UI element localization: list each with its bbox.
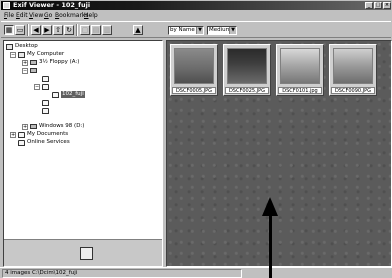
menu-edit[interactable]: Edit [16, 11, 28, 20]
thumbnail-image [174, 48, 214, 84]
annotation-arrow-line [269, 214, 272, 278]
thumbnail-item[interactable]: DSCF0005.JPG [170, 44, 218, 96]
menu-help[interactable]: Help [84, 11, 98, 20]
tree-item-folder[interactable] [42, 75, 51, 82]
thumbnail-item[interactable]: DSCF0025.JPG [223, 44, 271, 96]
folder-icon [42, 75, 49, 82]
tree-item-label: 102_fuji [61, 91, 85, 98]
maximize-button[interactable]: □ [374, 2, 382, 9]
thumbnail-item[interactable]: DSCF0090.JPG [329, 44, 377, 96]
forward-icon[interactable]: ▶ [42, 25, 52, 35]
status-bar: 4 images C:\Dcim\102_fuji [0, 267, 392, 278]
desktop-icon [6, 43, 13, 50]
tree-item-label: Windows 98 (D:) [39, 123, 85, 129]
title-bar[interactable]: Exif Viewer - 102_fuji _ □ × [1, 1, 391, 10]
folder-tree: Desktop − My Computer + 3½ Floppy (A:) − [4, 41, 162, 239]
collapse-icon[interactable]: − [10, 51, 16, 58]
detail-view-icon[interactable]: ▭ [15, 25, 25, 35]
thumbnail-image [280, 48, 320, 84]
close-button[interactable]: × [383, 2, 391, 9]
exif-viewer-window: Exif Viewer - 102_fuji _ □ × File Edit V… [0, 0, 392, 278]
collapse-icon[interactable]: − [22, 67, 28, 74]
folder-tree-pane: Desktop − My Computer + 3½ Floppy (A:) − [3, 40, 163, 267]
slideshow-icon[interactable]: ▲ [133, 25, 143, 35]
toolbar: ▦ ▭ ◀ ▶ ⇧ ↻ ▢ ▤ ▥ ▲ by Name ▼ Medium ▼ [1, 21, 391, 38]
menu-bar: File Edit View Go Bookmarks Help [1, 11, 391, 20]
window-title: Exif Viewer - 102_fuji [13, 1, 91, 9]
tree-item-drive-d[interactable]: + Windows 98 (D:) [22, 123, 84, 130]
folder-icon [18, 139, 25, 146]
paste-icon[interactable]: ▤ [91, 25, 101, 35]
folder-icon [42, 107, 49, 114]
tree-item-label: My Documents [27, 131, 69, 137]
sort-order-value: by Name [170, 27, 195, 33]
collapse-icon[interactable]: − [34, 83, 40, 90]
tree-item-my-documents[interactable]: + My Documents [10, 131, 68, 138]
status-text: 4 images C:\Dcim\102_fuji [2, 269, 242, 278]
menu-view[interactable]: View [29, 11, 43, 20]
tree-item-label: 3½ Floppy (A:) [39, 59, 80, 65]
tree-item-label: Desktop [15, 43, 38, 49]
thumbnail-view-icon[interactable]: ▦ [4, 25, 14, 35]
chevron-down-icon[interactable]: ▼ [229, 27, 236, 34]
tree-item-label: My Computer [27, 51, 65, 57]
copy-icon[interactable]: ▢ [80, 25, 90, 35]
app-icon [3, 2, 10, 9]
back-icon[interactable]: ◀ [31, 25, 41, 35]
thumbnail-item[interactable]: DSCF0101.jpg [276, 44, 324, 96]
chevron-down-icon[interactable]: ▼ [196, 27, 203, 34]
tree-item-label: Online Services [27, 139, 70, 145]
folder-icon [18, 131, 25, 138]
tree-item-folder[interactable] [42, 107, 51, 114]
delete-icon[interactable]: ▥ [102, 25, 112, 35]
expand-icon[interactable]: + [10, 131, 16, 138]
open-folder-icon [52, 91, 59, 98]
hard-drive-icon [30, 124, 37, 129]
tree-item-drive-c[interactable]: − [22, 67, 39, 74]
tree-item-floppy[interactable]: + 3½ Floppy (A:) [22, 59, 79, 66]
folder-icon [42, 99, 49, 106]
computer-icon [18, 51, 25, 58]
thumbnail-size-select[interactable]: Medium ▼ [207, 26, 237, 35]
tree-item-102-fuji[interactable]: 102_fuji [52, 91, 85, 98]
image-preview-icon[interactable] [80, 247, 93, 260]
tree-item-folder[interactable] [42, 99, 51, 106]
folder-icon [42, 83, 49, 90]
sort-order-select[interactable]: by Name ▼ [168, 26, 204, 35]
thumbnail-size-value: Medium [209, 27, 231, 33]
tree-item-desktop[interactable]: Desktop [6, 43, 38, 50]
up-folder-icon[interactable]: ⇧ [53, 25, 63, 35]
thumbnail-image [227, 48, 267, 84]
tree-item-dcim[interactable]: − [34, 83, 51, 90]
toolbar-separator [27, 24, 29, 36]
thumbnail-caption: DSCF0025.JPG [225, 87, 269, 94]
floppy-drive-icon [30, 60, 37, 65]
thumbnail-pane[interactable]: DSCF0005.JPG DSCF0025.JPG DSCF0101.jpg D… [166, 40, 392, 267]
toolbar-separator [76, 24, 78, 36]
hard-drive-icon [30, 68, 37, 73]
tree-item-online-services[interactable]: Online Services [18, 139, 70, 146]
thumbnail-image [333, 48, 373, 84]
expand-icon[interactable]: + [22, 123, 28, 130]
preview-panel [4, 239, 162, 266]
thumbnail-caption: DSCF0101.jpg [278, 87, 322, 94]
menu-file[interactable]: File [4, 11, 14, 20]
tree-item-my-computer[interactable]: − My Computer [10, 51, 64, 58]
thumbnail-caption: DSCF0005.JPG [172, 87, 216, 94]
expand-icon[interactable]: + [22, 59, 28, 66]
refresh-icon[interactable]: ↻ [64, 25, 74, 35]
minimize-button[interactable]: _ [365, 2, 373, 9]
thumbnail-caption: DSCF0090.JPG [331, 87, 375, 94]
menu-go[interactable]: Go [44, 11, 52, 20]
